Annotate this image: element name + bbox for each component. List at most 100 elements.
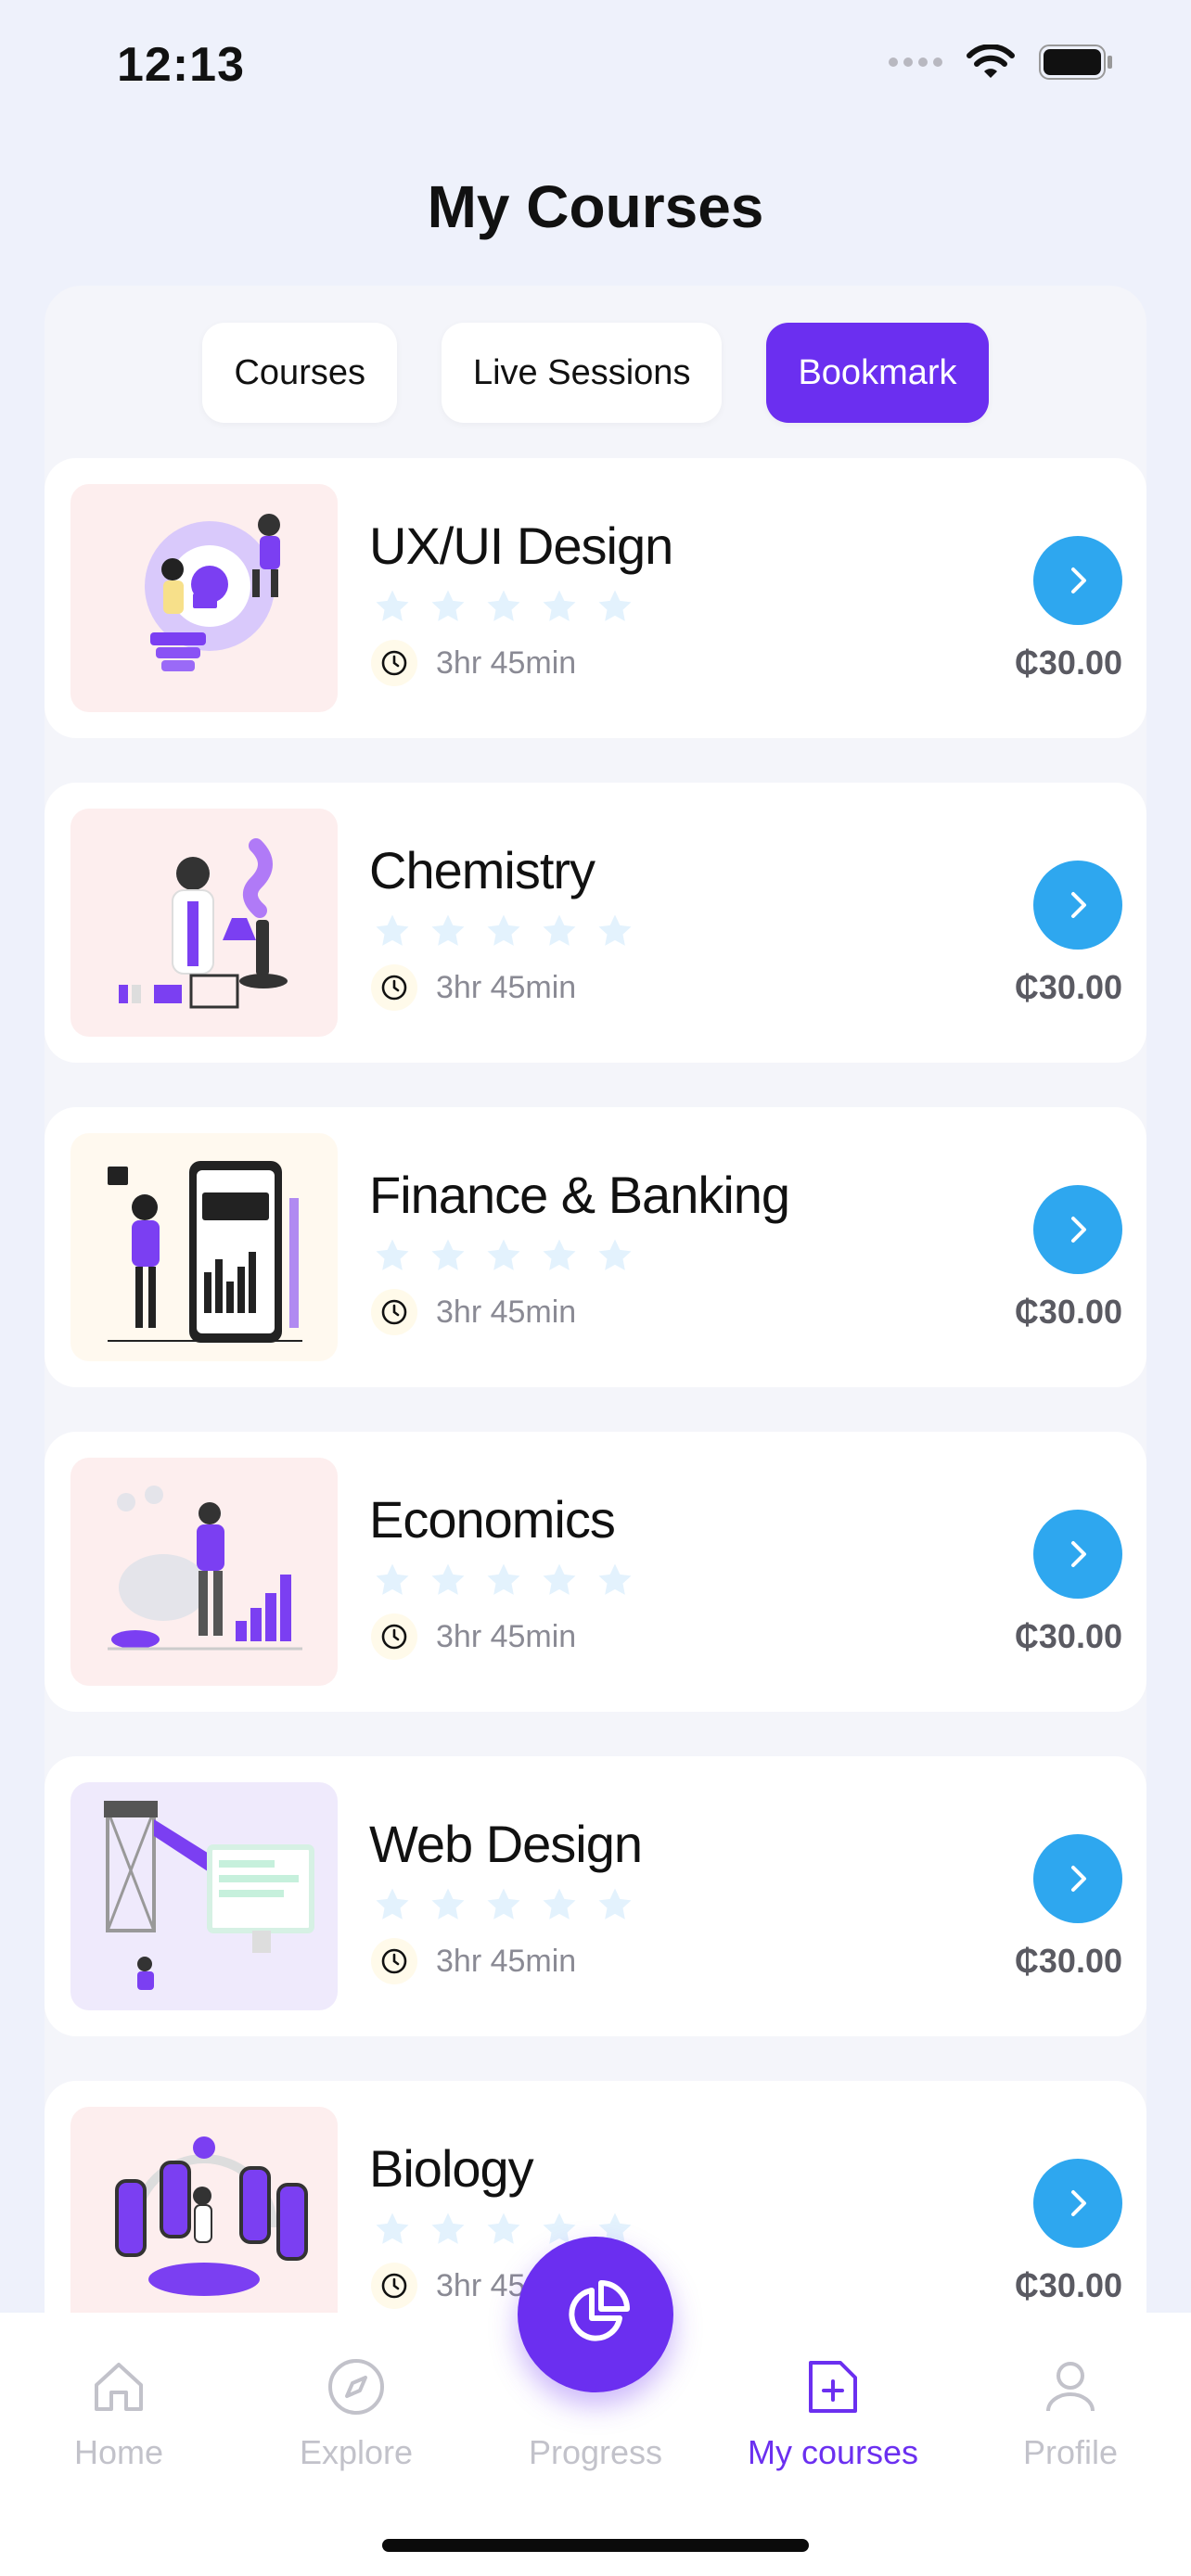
document-plus-icon	[809, 2361, 857, 2413]
status-bar: 12:13	[0, 0, 1191, 139]
nav-label: Explore	[299, 2433, 414, 2471]
course-duration: 3hr 45min	[371, 1938, 576, 1984]
star-icon	[543, 914, 576, 946]
status-icons	[889, 45, 1113, 80]
tab-bookmark[interactable]: Bookmark	[766, 323, 989, 423]
star-icon	[431, 590, 465, 621]
home-indicator	[382, 2539, 809, 2552]
course-illustration-biology	[70, 2107, 338, 2335]
course-price: ₵30.00	[1014, 644, 1122, 682]
duration-text: 3hr 45min	[436, 644, 577, 681]
star-icon	[376, 1239, 409, 1270]
star-icon	[598, 1239, 632, 1270]
open-course-button[interactable]	[1033, 1510, 1122, 1599]
rating-stars[interactable]	[373, 912, 634, 950]
star-icon	[598, 1888, 632, 1919]
course-list: UX/UI Design 3hr 45min ₵30.00 Chemistry …	[45, 458, 1146, 2405]
star-icon	[487, 1239, 520, 1270]
star-icon	[487, 1563, 520, 1595]
tab-live-sessions[interactable]: Live Sessions	[441, 323, 723, 423]
star-icon	[431, 1888, 465, 1919]
course-illustration-finance	[70, 1133, 338, 1361]
course-duration: 3hr 45min	[371, 964, 576, 1011]
chevron-right-icon	[1071, 1541, 1086, 1567]
clock-icon	[371, 640, 417, 686]
course-illustration-chemistry	[70, 809, 338, 1037]
open-course-button[interactable]	[1033, 2159, 1122, 2248]
nav-label: My courses	[747, 2433, 919, 2471]
star-icon	[376, 1563, 409, 1595]
course-card[interactable]: Web Design 3hr 45min ₵30.00	[45, 1756, 1146, 2036]
nav-label: Progress	[528, 2433, 663, 2471]
rating-stars[interactable]	[373, 1562, 634, 1599]
home-icon	[95, 2363, 143, 2411]
course-duration: 3hr 45min	[371, 1613, 576, 1660]
course-illustration-economics	[70, 1458, 338, 1686]
course-price: ₵30.00	[1014, 1942, 1122, 1980]
segment-tabs: Courses Live Sessions Bookmark	[0, 323, 1191, 423]
course-title: Web Design	[369, 1815, 643, 1873]
rating-stars[interactable]	[373, 588, 634, 625]
open-course-button[interactable]	[1033, 1834, 1122, 1923]
open-course-button[interactable]	[1033, 861, 1122, 950]
duration-text: 3hr 45min	[436, 1943, 577, 1979]
course-title: Finance & Banking	[369, 1166, 790, 1224]
open-course-button[interactable]	[1033, 1185, 1122, 1274]
course-card[interactable]: Finance & Banking 3hr 45min ₵30.00	[45, 1107, 1146, 1387]
course-title: UX/UI Design	[369, 516, 673, 575]
open-course-button[interactable]	[1033, 536, 1122, 625]
star-icon	[487, 2213, 520, 2244]
star-icon	[376, 590, 409, 621]
star-icon	[598, 914, 632, 946]
star-icon	[543, 1888, 576, 1919]
star-icon	[543, 590, 576, 621]
nav-home[interactable]: Home	[26, 2313, 211, 2472]
star-icon	[431, 1563, 465, 1595]
nav-explore[interactable]: Explore	[263, 2313, 449, 2472]
star-icon	[598, 1563, 632, 1595]
chevron-right-icon	[1071, 892, 1086, 918]
clock-icon	[371, 1613, 417, 1660]
course-illustration-web-design	[70, 1782, 338, 2010]
chevron-right-icon	[1071, 2190, 1086, 2216]
rating-stars[interactable]	[373, 1886, 634, 1923]
star-icon	[431, 1239, 465, 1270]
nav-label: Home	[73, 2433, 164, 2471]
star-icon	[376, 2213, 409, 2244]
course-price: ₵30.00	[1014, 1293, 1122, 1331]
course-title: Chemistry	[369, 841, 596, 899]
course-duration: 3hr 45min	[371, 640, 576, 686]
user-icon	[1046, 2362, 1095, 2412]
star-icon	[431, 2213, 465, 2244]
rating-stars[interactable]	[373, 1237, 634, 1274]
cellular-signal-icon	[889, 57, 942, 67]
chevron-right-icon	[1071, 1866, 1086, 1892]
course-title: Biology	[369, 2139, 534, 2198]
star-icon	[487, 1888, 520, 1919]
course-price: ₵30.00	[1014, 968, 1122, 1006]
nav-label: Profile	[1022, 2433, 1119, 2471]
course-card[interactable]: Economics 3hr 45min ₵30.00	[45, 1432, 1146, 1712]
course-duration: 3hr 45min	[371, 1289, 576, 1335]
chevron-right-icon	[1071, 1217, 1086, 1243]
status-time: 12:13	[117, 38, 245, 92]
clock-icon	[371, 964, 417, 1011]
course-price: ₵30.00	[1014, 2266, 1122, 2304]
course-card[interactable]: Chemistry 3hr 45min ₵30.00	[45, 783, 1146, 1063]
duration-text: 3hr 45min	[436, 1294, 577, 1330]
star-icon	[598, 590, 632, 621]
star-icon	[376, 914, 409, 946]
nav-profile[interactable]: Profile	[978, 2313, 1163, 2472]
course-price: ₵30.00	[1014, 1617, 1122, 1655]
tab-courses[interactable]: Courses	[202, 323, 397, 423]
course-card[interactable]: UX/UI Design 3hr 45min ₵30.00	[45, 458, 1146, 738]
course-illustration-ux-ui	[70, 484, 338, 712]
compass-icon	[328, 2359, 384, 2415]
nav-my-courses[interactable]: My courses	[740, 2313, 926, 2472]
star-icon	[487, 914, 520, 946]
course-title: Economics	[369, 1490, 616, 1549]
star-icon	[487, 590, 520, 621]
clock-icon	[371, 1938, 417, 1984]
star-icon	[431, 914, 465, 946]
progress-fab[interactable]	[518, 2237, 673, 2392]
